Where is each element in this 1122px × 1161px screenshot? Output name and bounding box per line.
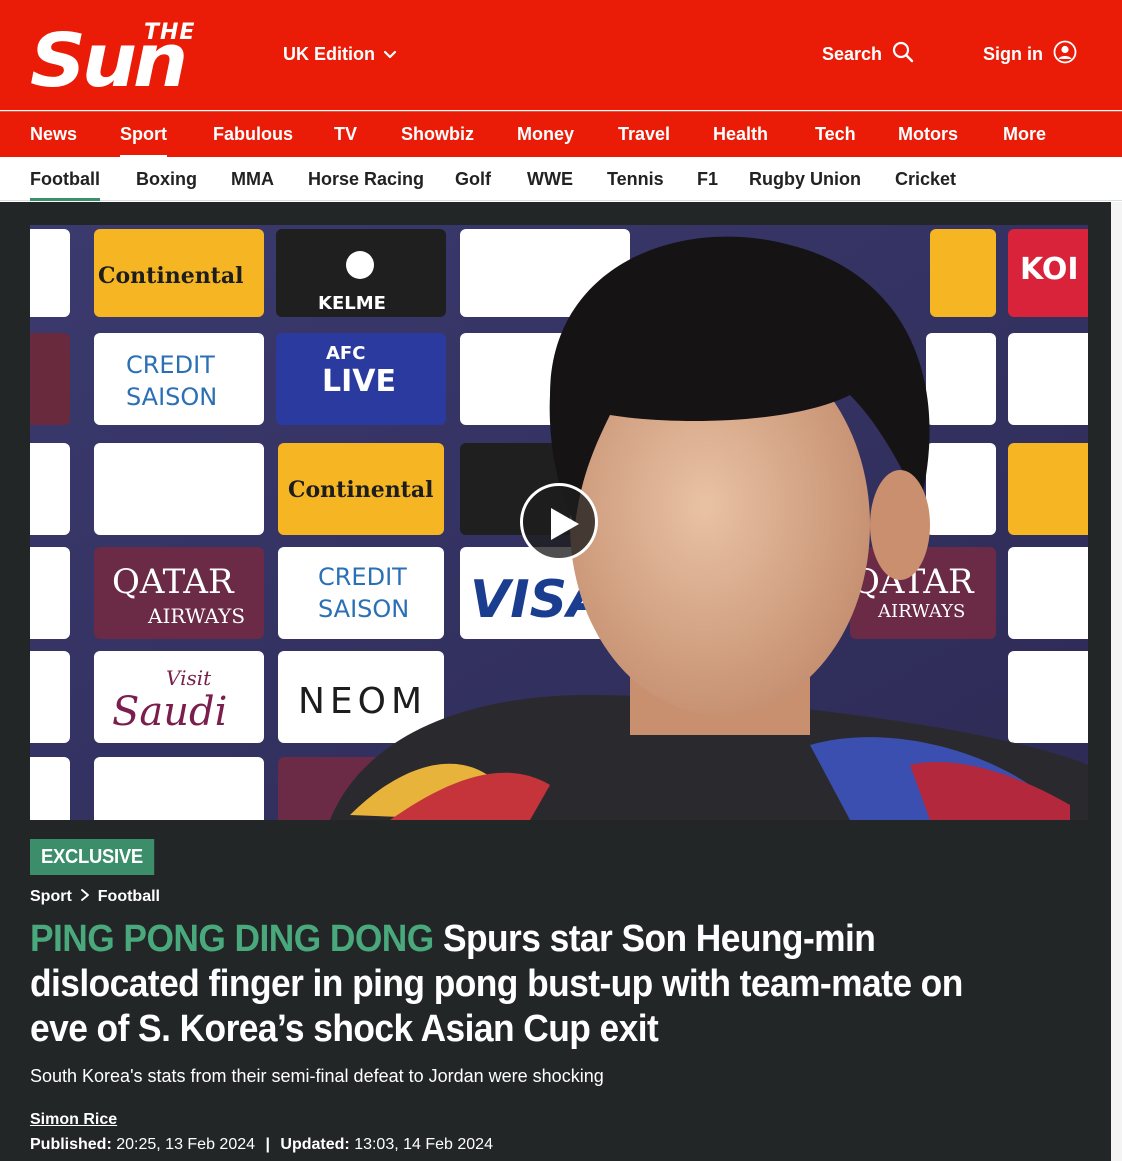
- updated-value: 13:03, 14 Feb 2024: [354, 1136, 493, 1153]
- nav-item-tech[interactable]: Tech: [815, 112, 856, 158]
- nav-item-motors[interactable]: Motors: [898, 112, 958, 158]
- user-icon: [1053, 40, 1077, 69]
- article: Continental KELME CREDIT SAISON AFC LIVE…: [0, 202, 1111, 1161]
- subnav-item-f1[interactable]: F1: [697, 157, 718, 201]
- breadcrumb-sport[interactable]: Sport: [30, 888, 72, 906]
- published-value: 20:25, 13 Feb 2024: [116, 1136, 256, 1153]
- search-icon: [892, 41, 914, 68]
- subnav-item-rugby-union[interactable]: Rugby Union: [749, 157, 861, 201]
- nav-item-more[interactable]: More: [1003, 112, 1046, 158]
- svg-text:Saudi: Saudi: [112, 689, 227, 735]
- the-sun-logo[interactable]: THE Sun: [30, 18, 266, 98]
- published-label: Published:: [30, 1136, 112, 1153]
- svg-text:SAISON: SAISON: [318, 595, 409, 623]
- nav-item-money[interactable]: Money: [517, 112, 574, 158]
- svg-text:AIRWAYS: AIRWAYS: [877, 601, 965, 622]
- date-separator: |: [265, 1136, 270, 1153]
- svg-text:SAISON: SAISON: [126, 383, 217, 411]
- logo-sun-text: Sun: [30, 18, 188, 104]
- breadcrumb-football[interactable]: Football: [98, 888, 160, 906]
- chevron-right-icon: [80, 888, 90, 907]
- updated-label: Updated:: [280, 1136, 350, 1153]
- svg-text:AFC: AFC: [326, 343, 365, 364]
- svg-text:AIRWAYS: AIRWAYS: [147, 604, 245, 628]
- author-link[interactable]: Simon Rice: [30, 1111, 117, 1129]
- svg-text:KOI: KOI: [1020, 252, 1079, 287]
- article-standfirst: South Korea's stats from their semi-fina…: [30, 1066, 604, 1086]
- subnav-item-wwe[interactable]: WWE: [527, 157, 573, 201]
- breadcrumb: Sport Football: [30, 886, 160, 908]
- subnav-item-cricket[interactable]: Cricket: [895, 157, 956, 201]
- edition-label: UK Edition: [283, 43, 375, 64]
- nav-item-travel[interactable]: Travel: [618, 112, 670, 158]
- svg-text:CREDIT: CREDIT: [126, 351, 215, 379]
- sport-subnav: Football Boxing MMA Horse Racing Golf WW…: [0, 157, 1122, 201]
- video-player[interactable]: Continental KELME CREDIT SAISON AFC LIVE…: [30, 225, 1088, 820]
- nav-item-health[interactable]: Health: [713, 112, 768, 158]
- page-edge: [1111, 202, 1122, 1161]
- subnav-item-tennis[interactable]: Tennis: [607, 157, 664, 201]
- nav-item-showbiz[interactable]: Showbiz: [401, 112, 474, 158]
- svg-text:Continental: Continental: [288, 477, 433, 503]
- chevron-down-icon: [383, 44, 397, 65]
- exclusive-badge: Exclusive: [30, 839, 154, 875]
- headline-kicker: PING PONG DING DONG: [30, 918, 434, 960]
- article-headline: PING PONG DING DONG Spurs star Son Heung…: [30, 917, 1016, 1052]
- subnav-item-football[interactable]: Football: [30, 157, 100, 201]
- nav-item-fabulous[interactable]: Fabulous: [213, 112, 293, 158]
- play-button[interactable]: [520, 483, 598, 561]
- subnav-item-mma[interactable]: MMA: [231, 157, 274, 201]
- subnav-item-golf[interactable]: Golf: [455, 157, 491, 201]
- svg-text:LIVE: LIVE: [322, 364, 396, 399]
- search-label: Search: [822, 43, 883, 64]
- sign-in-button[interactable]: Sign in: [983, 40, 1077, 68]
- svg-text:CREDIT: CREDIT: [318, 563, 407, 591]
- nav-item-sport[interactable]: Sport: [120, 112, 167, 158]
- sign-in-label: Sign in: [983, 43, 1043, 64]
- svg-text:Continental: Continental: [98, 263, 243, 289]
- article-dates: Published: 20:25, 13 Feb 2024 | Updated:…: [30, 1136, 493, 1154]
- masthead: THE Sun UK Edition Search Sign in: [0, 0, 1122, 110]
- nav-item-tv[interactable]: TV: [334, 112, 357, 158]
- edition-selector[interactable]: UK Edition: [283, 42, 397, 66]
- search-button[interactable]: Search: [822, 40, 914, 68]
- svg-text:QATAR: QATAR: [112, 562, 235, 602]
- nav-item-news[interactable]: News: [30, 112, 77, 158]
- svg-text:NEOM: NEOM: [298, 681, 427, 722]
- primary-nav: News Sport Fabulous TV Showbiz Money Tra…: [0, 111, 1122, 158]
- subnav-item-horse-racing[interactable]: Horse Racing: [308, 157, 424, 201]
- svg-text:KELME: KELME: [318, 293, 386, 314]
- subnav-item-boxing[interactable]: Boxing: [136, 157, 197, 201]
- svg-text:Visit: Visit: [166, 666, 212, 690]
